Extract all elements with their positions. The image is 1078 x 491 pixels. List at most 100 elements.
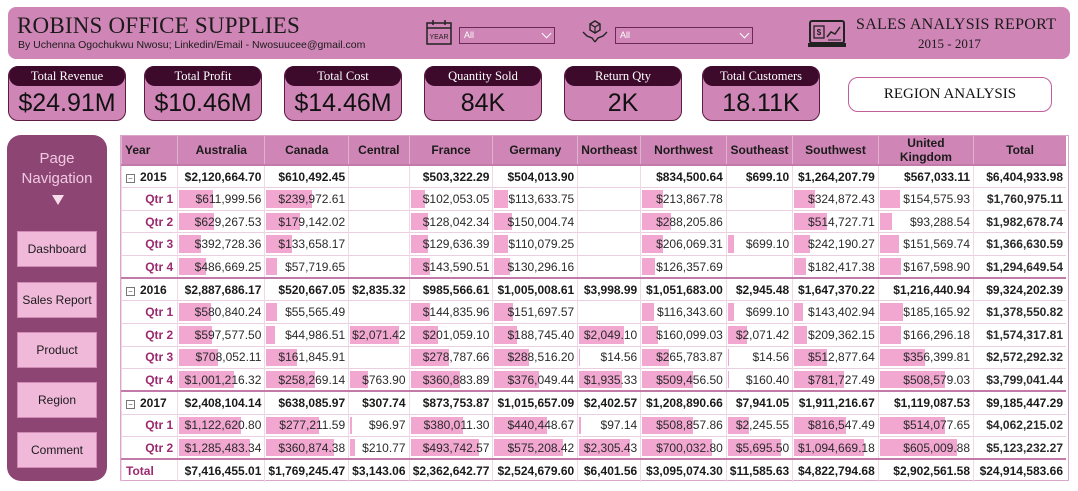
- table-cell: $188,745.40: [492, 322, 578, 347]
- cell-value: $781,727.49: [808, 372, 875, 387]
- table-cell: $116,343.60: [640, 300, 727, 324]
- table-cell: $504,013.90: [492, 164, 578, 188]
- cell-value: $610,492.45: [278, 169, 346, 184]
- column-header[interactable]: Southwest: [792, 136, 879, 165]
- collapse-icon[interactable]: −: [126, 399, 135, 409]
- row-label[interactable]: −2015: [120, 164, 178, 188]
- kpi-label: Total Cost: [285, 66, 401, 86]
- cell-value: $1,982,678.74: [986, 214, 1063, 229]
- column-header[interactable]: Australia: [177, 136, 265, 165]
- cell-value: $150,004.74: [507, 214, 575, 229]
- column-header[interactable]: Central: [348, 136, 410, 165]
- quarter-row: Qtr 1 $611,999.56 $239,972.61 $102,053.05 $1…: [120, 187, 1066, 211]
- cell-value: $520,667.05: [278, 282, 346, 297]
- kpi-value: 2K: [607, 89, 639, 117]
- cell-value: $166,296.18: [903, 327, 971, 342]
- cell-value: $5,123,232.27: [986, 440, 1063, 455]
- row-label: Qtr 2: [120, 436, 178, 460]
- cell-value: $503,322.29: [422, 169, 490, 184]
- table-cell: $1,216,440.94: [877, 277, 974, 301]
- cell-value: $2,402.57: [583, 395, 638, 410]
- table-cell: $128,042.34: [408, 209, 493, 233]
- table-cell: $360,883.89: [408, 368, 493, 392]
- cell-value: $6,404,933.98: [986, 169, 1063, 184]
- nav-button-dashboard[interactable]: Dashboard: [17, 231, 97, 267]
- table-cell: $150,004.74: [492, 209, 578, 233]
- chevron-down-icon: [739, 28, 750, 39]
- data-bar: [879, 303, 904, 321]
- row-label: Qtr 1: [120, 413, 178, 437]
- table-cell: [577, 164, 641, 188]
- data-bar: [642, 303, 654, 321]
- column-header[interactable]: Southeast: [725, 136, 793, 165]
- table-cell: $2,887,686.17: [177, 277, 265, 301]
- table-cell: $3,143.06: [348, 458, 410, 482]
- column-header[interactable]: United Kingdom: [877, 136, 974, 165]
- cell-value: $1,285,483.34: [184, 440, 262, 455]
- cell-value: $143,590.51: [422, 259, 490, 274]
- cell-value: $278,787.66: [422, 350, 490, 365]
- column-header[interactable]: Canada: [264, 136, 349, 165]
- cell-value: $816,547.49: [808, 418, 875, 433]
- year-slicer[interactable]: All: [459, 27, 555, 44]
- table-cell: $179,142.02: [264, 209, 349, 233]
- cell-value: $209,362.15: [808, 327, 875, 342]
- table-cell: $4,062,215.02: [973, 413, 1066, 437]
- table-cell: $2,071.42: [725, 322, 793, 347]
- row-label-text: Qtr 3: [145, 237, 174, 252]
- column-header[interactable]: Northeast: [577, 136, 641, 165]
- column-header[interactable]: Total: [973, 136, 1066, 165]
- nav-button-product[interactable]: Product: [17, 332, 97, 368]
- data-bar: [879, 235, 900, 254]
- region-analysis-button[interactable]: REGION ANALYSIS: [848, 77, 1052, 112]
- table-cell: [725, 255, 793, 279]
- table-cell: $2,071.42: [348, 322, 410, 347]
- collapse-icon[interactable]: −: [126, 286, 135, 296]
- quarter-row: Qtr 2 $597,577.50 $44,986.51 $2,071.42 $201,…: [120, 322, 1066, 347]
- table-cell: [577, 187, 641, 211]
- cell-value: $1,015,657.09: [497, 395, 575, 410]
- cell-value: $514,077.65: [903, 418, 971, 433]
- kpi-total-customers: Total Customers 18.11K: [702, 66, 820, 121]
- row-label: Qtr 3: [120, 345, 178, 369]
- cell-value: $873,753.87: [422, 395, 490, 410]
- quarter-row: Qtr 1 $1,122,620.80 $277,211.59 $96.97 $380,…: [120, 413, 1066, 437]
- nav-button-sales-report[interactable]: Sales Report: [17, 282, 97, 318]
- table-cell: $1,264,207.79: [792, 164, 879, 188]
- cell-value: $611,999.56: [195, 191, 262, 206]
- row-label[interactable]: −2016: [120, 277, 178, 301]
- table-cell: $182,417.38: [792, 255, 879, 279]
- cell-value: $93,288.54: [909, 214, 971, 229]
- column-header[interactable]: Year: [120, 136, 178, 165]
- cell-value: $376,049.44: [507, 372, 575, 387]
- kpi-value: 18.11K: [722, 89, 800, 117]
- table-cell: $110,079.25: [492, 232, 578, 256]
- product-slicer-value: All: [620, 30, 631, 40]
- data-bar: [794, 258, 806, 276]
- column-header[interactable]: France: [408, 136, 493, 165]
- cell-value: $7,416,455.01: [184, 464, 262, 479]
- row-label[interactable]: −2017: [120, 390, 178, 415]
- table-cell: $781,727.49: [792, 368, 879, 392]
- row-label-text: Qtr 1: [145, 305, 174, 320]
- table-cell: $1,982,678.74: [973, 209, 1066, 233]
- cell-value: $151,697.57: [507, 305, 575, 320]
- table-cell: $143,402.94: [792, 300, 879, 324]
- nav-button-comment[interactable]: Comment: [17, 432, 97, 468]
- cell-value: $514,727.71: [808, 214, 875, 229]
- column-header[interactable]: Germany: [492, 136, 578, 165]
- table-cell: $2,902,561.58: [877, 458, 974, 482]
- product-slicer[interactable]: All: [615, 27, 753, 44]
- table-cell: $2,524,679.60: [492, 458, 578, 482]
- table-cell: $242,190.27: [792, 232, 879, 256]
- collapse-icon[interactable]: −: [126, 173, 135, 183]
- table-cell: $185,165.92: [877, 300, 974, 324]
- nav-button-region[interactable]: Region: [17, 382, 97, 418]
- row-label-text: 2015: [140, 169, 167, 184]
- cell-value: $504,013.90: [507, 169, 575, 184]
- column-header[interactable]: Northwest: [640, 136, 727, 165]
- cell-value: $2,120,664.70: [184, 169, 262, 184]
- quarter-row: Qtr 3 $708,052.11 $161,845.91 $278,787.66 $2…: [120, 345, 1066, 369]
- table-cell: $2,945.48: [725, 277, 793, 301]
- cell-value: $2,945.48: [735, 282, 790, 297]
